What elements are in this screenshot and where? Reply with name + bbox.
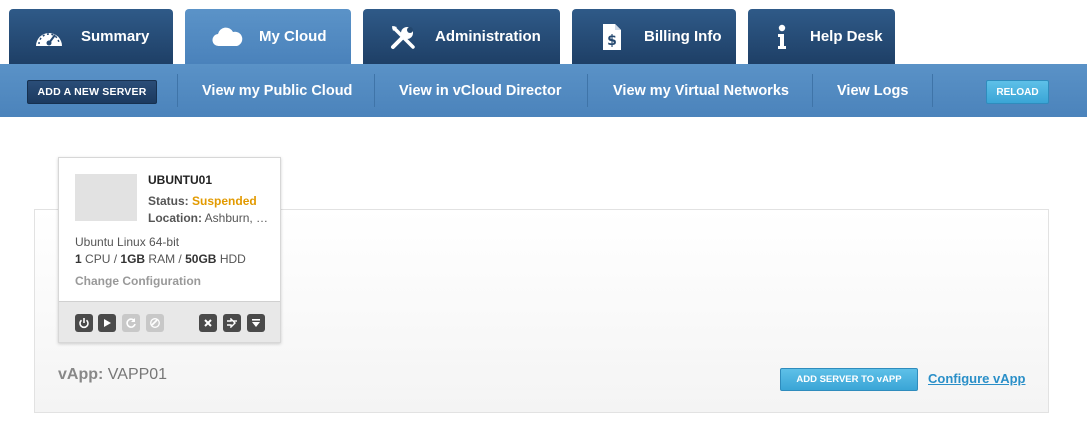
server-os: Ubuntu Linux 64-bit [75,235,180,249]
tab-label: Billing Info [644,28,722,45]
link-view-logs[interactable]: View Logs [837,64,908,117]
wrench-screwdriver-icon [385,19,421,55]
tab-label: Administration [435,28,541,45]
server-location: Location: Ashburn, … [148,211,282,225]
divider [374,74,375,107]
svg-text:$: $ [607,33,617,49]
tab-my-cloud[interactable]: My Cloud [185,9,351,64]
add-server-to-vapp-button[interactable]: ADD SERVER TO vAPP [780,368,918,391]
cpu-unit: CPU / [85,252,118,266]
status-value: Suspended [192,194,257,208]
main-tab-bar: Summary My Cloud Administration $ Billin… [0,0,1087,64]
tab-label: My Cloud [259,28,327,45]
reload-button[interactable]: RELOAD [986,80,1049,104]
console-icon[interactable] [223,314,241,332]
divider [587,74,588,107]
play-icon[interactable] [98,314,116,332]
server-name: UBUNTU01 [148,173,213,187]
more-options-icon[interactable] [247,314,265,332]
invoice-dollar-icon: $ [594,19,630,55]
delete-icon[interactable] [199,314,217,332]
cloud-icon [209,19,245,55]
divider [812,74,813,107]
vapp-title: vApp: VAPP01 [58,366,167,384]
revert-icon[interactable] [146,314,164,332]
server-card: UBUNTU01 Status: Suspended Location: Ash… [58,157,281,343]
link-view-virtual-networks[interactable]: View my Virtual Networks [613,64,789,117]
cpu-count: 1 [75,252,82,266]
add-new-server-button[interactable]: ADD A NEW SERVER [27,80,157,104]
hdd-unit: HDD [219,252,246,266]
link-view-public-cloud[interactable]: View my Public Cloud [202,64,352,117]
link-view-vcloud-director[interactable]: View in vCloud Director [399,64,562,117]
tab-summary[interactable]: Summary [9,9,173,64]
divider [177,74,178,107]
tab-help-desk[interactable]: Help Desk [748,9,895,64]
tab-label: Summary [81,28,150,45]
tab-label: Help Desk [810,28,883,45]
status-label: Status: [148,194,189,208]
tab-billing-info[interactable]: $ Billing Info [572,9,736,64]
location-label: Location: [148,211,202,225]
ram-size: 1GB [120,252,146,266]
server-specs: 1 CPU / 1GB RAM / 50GB HDD [75,252,246,266]
server-status: Status: Suspended [148,194,257,208]
sub-navigation: ADD A NEW SERVER View my Public Cloud Vi… [0,64,1087,126]
tab-administration[interactable]: Administration [363,9,560,64]
change-configuration-link[interactable]: Change Configuration [75,274,201,288]
refresh-icon[interactable] [122,314,140,332]
ram-unit: RAM / [148,252,182,266]
divider [932,74,933,107]
vapp-name: VAPP01 [107,366,168,383]
configure-vapp-link[interactable]: Configure vApp [928,371,1026,386]
server-thumbnail [75,174,137,221]
info-icon [764,19,800,55]
location-value: Ashburn, … [204,211,269,225]
speedometer-icon [31,19,67,55]
hdd-size: 50GB [185,252,217,266]
vapp-label: vApp: [58,366,104,383]
power-icon[interactable] [75,314,93,332]
server-action-bar [59,301,280,342]
